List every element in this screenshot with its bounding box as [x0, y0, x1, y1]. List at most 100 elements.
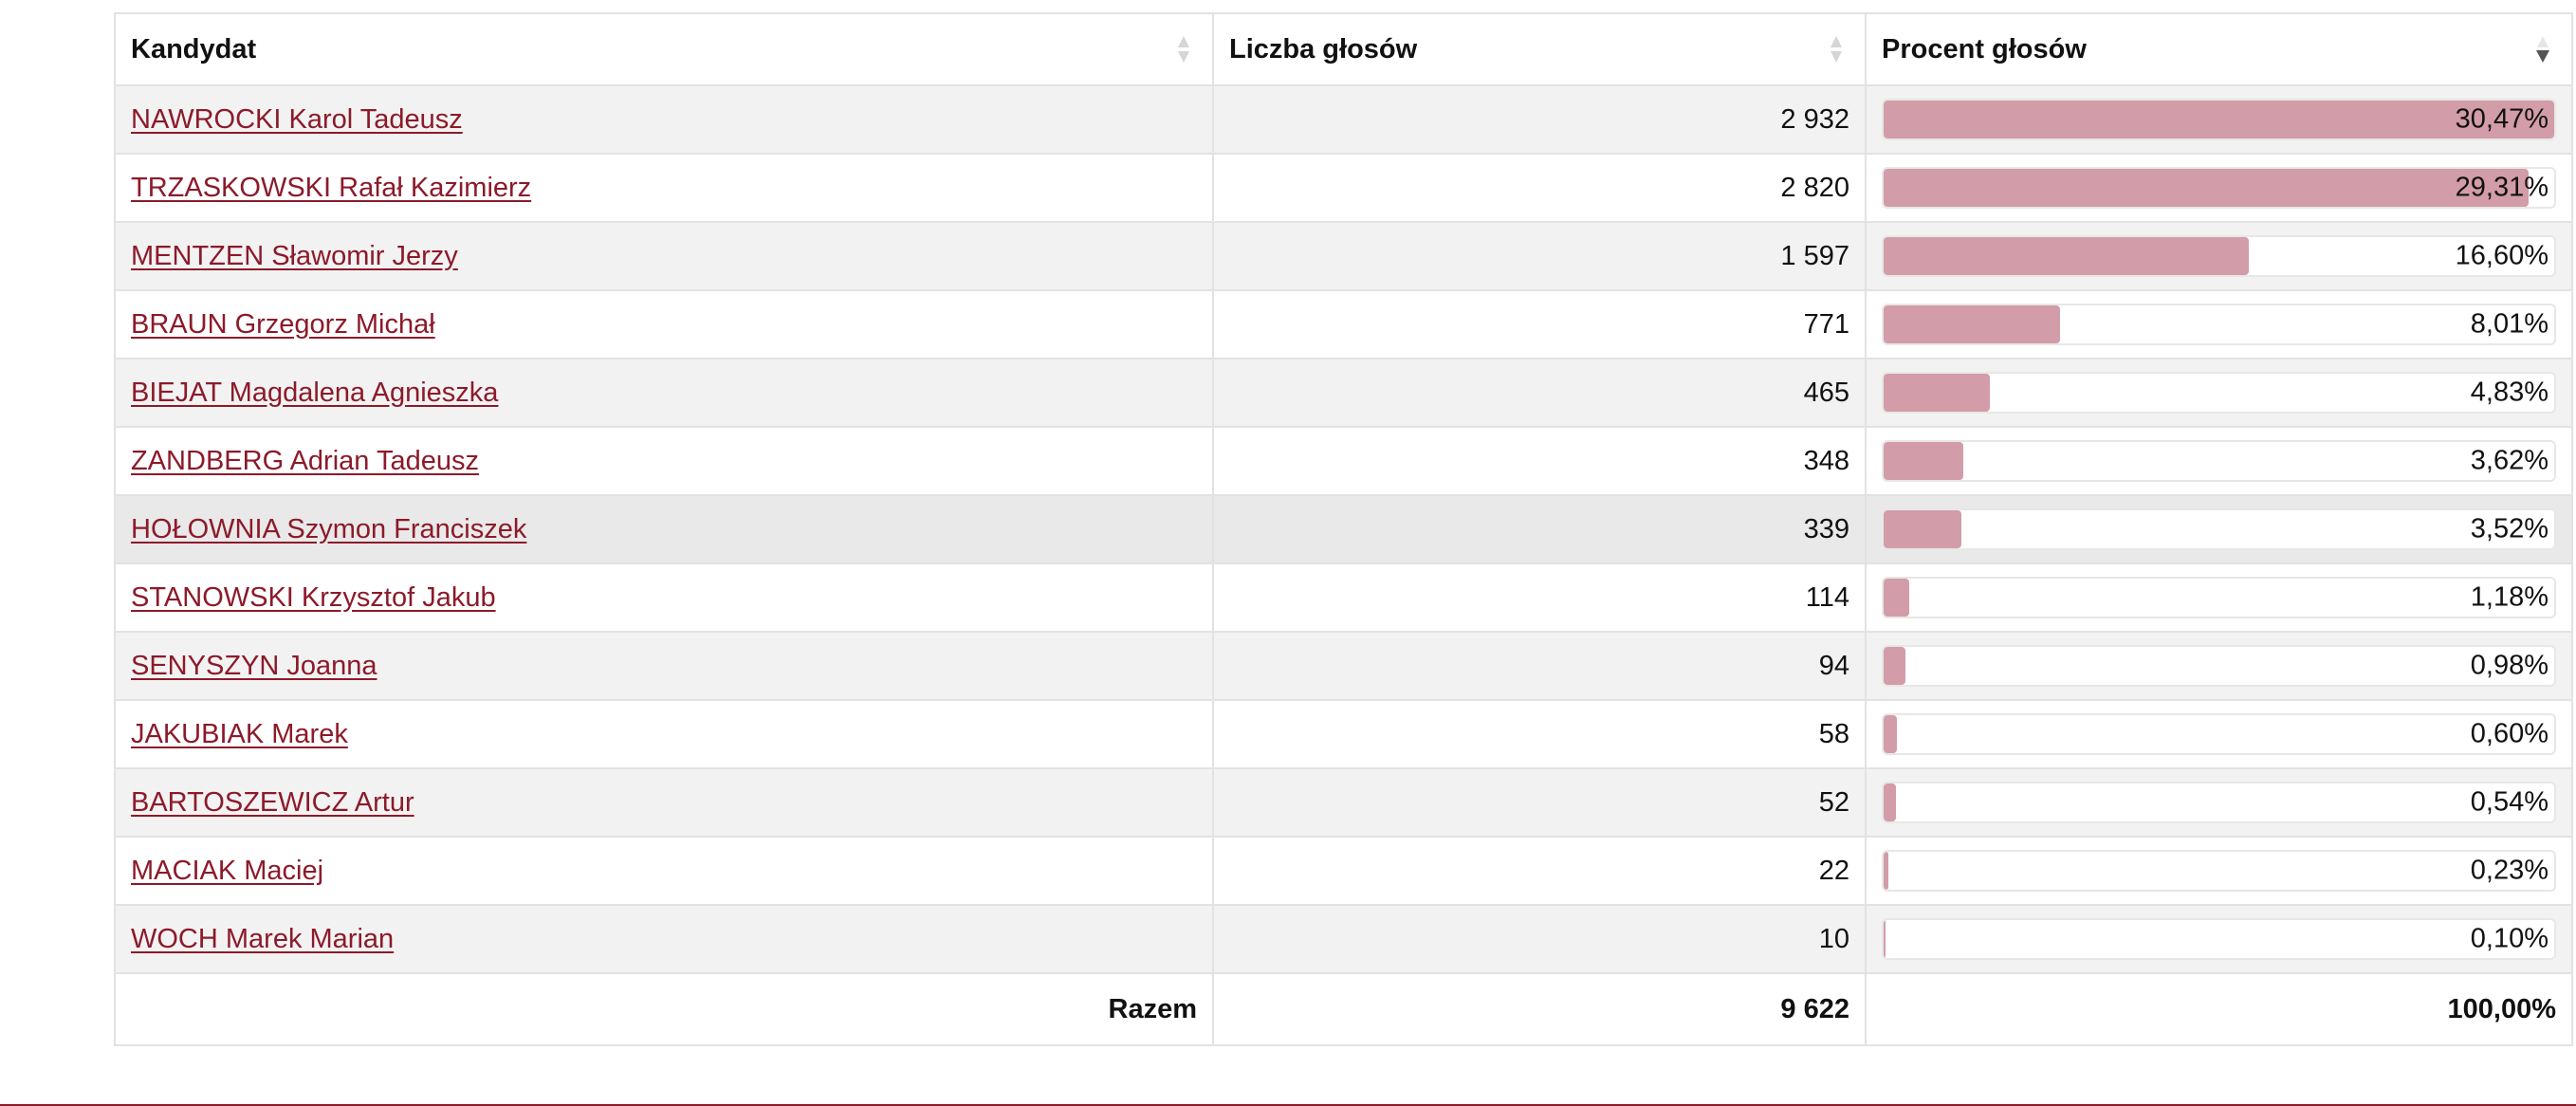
- votes-cell: 2 820: [1212, 153, 1867, 223]
- votes-cell: 114: [1212, 562, 1867, 633]
- table-row: NAWROCKI Karol Tadeusz 2 932 30,47%: [114, 84, 2573, 155]
- votes-cell: 348: [1212, 426, 1867, 496]
- candidate-link[interactable]: STANOWSKI Krzysztof Jakub: [131, 582, 496, 613]
- total-percent: 100,00%: [1865, 972, 2573, 1046]
- table-row: STANOWSKI Krzysztof Jakub 114 1,18%: [114, 562, 2573, 633]
- table-row: BRAUN Grzegorz Michał 771 8,01%: [114, 289, 2573, 359]
- percent-bar: 0,60%: [1882, 713, 2556, 755]
- percent-bar: 29,31%: [1882, 167, 2556, 209]
- percent-cell: 3,62%: [1865, 426, 2573, 496]
- table-row: MENTZEN Sławomir Jerzy 1 597 16,60%: [114, 221, 2573, 291]
- percent-cell: 8,01%: [1865, 289, 2573, 359]
- percent-bar: 1,18%: [1882, 577, 2556, 618]
- votes-cell: 771: [1212, 289, 1867, 359]
- percent-cell: 0,10%: [1865, 904, 2573, 974]
- percent-bar: 3,62%: [1882, 440, 2556, 482]
- candidate-link[interactable]: HOŁOWNIA Szymon Franciszek: [131, 514, 526, 544]
- candidate-link[interactable]: BRAUN Grzegorz Michał: [131, 309, 435, 340]
- percent-value: 3,62%: [2470, 445, 2548, 476]
- percent-bar: 0,23%: [1882, 850, 2556, 892]
- table-row: HOŁOWNIA Szymon Franciszek 339 3,52%: [114, 494, 2573, 564]
- column-header-percent[interactable]: Procent głosów: [1865, 12, 2573, 86]
- sort-descending-icon[interactable]: [2535, 35, 2550, 64]
- candidate-cell: MACIAK Maciej: [114, 836, 1214, 906]
- candidate-cell: BIEJAT Magdalena Agnieszka: [114, 358, 1214, 428]
- percent-bar-fill: [1884, 237, 2250, 275]
- results-table: Kandydat Liczba głosów Procent głosów NA…: [114, 12, 2573, 1046]
- percent-value: 0,60%: [2470, 718, 2548, 749]
- percent-value: 16,60%: [2455, 240, 2548, 271]
- votes-cell: 58: [1212, 699, 1867, 769]
- table-row: BARTOSZEWICZ Artur 52 0,54%: [114, 767, 2573, 838]
- total-row: Razem 9 622 100,00%: [114, 972, 2573, 1046]
- unsorted-icon[interactable]: [1829, 35, 1844, 64]
- percent-bar-fill: [1884, 101, 2554, 138]
- percent-value: 29,31%: [2455, 172, 2548, 203]
- percent-bar: 0,54%: [1882, 782, 2556, 823]
- percent-bar-fill: [1884, 579, 1910, 617]
- results-body: NAWROCKI Karol Tadeusz 2 932 30,47% TRZASKO…: [114, 84, 2573, 974]
- percent-value: 30,47%: [2455, 103, 2548, 135]
- votes-cell: 52: [1212, 767, 1867, 838]
- votes-cell: 1 597: [1212, 221, 1867, 291]
- percent-bar-fill: [1884, 305, 2060, 343]
- candidate-link[interactable]: BARTOSZEWICZ Artur: [131, 787, 414, 818]
- candidate-link[interactable]: JAKUBIAK Marek: [131, 719, 348, 749]
- percent-bar-fill: [1884, 169, 2530, 207]
- candidate-link[interactable]: TRZASKOWSKI Rafał Kazimierz: [131, 173, 531, 203]
- percent-bar: 30,47%: [1882, 99, 2556, 140]
- percent-bar-fill: [1884, 647, 1905, 685]
- percent-cell: 0,98%: [1865, 631, 2573, 701]
- percent-cell: 16,60%: [1865, 221, 2573, 291]
- candidate-cell: TRZASKOWSKI Rafał Kazimierz: [114, 153, 1214, 223]
- percent-value: 0,98%: [2470, 650, 2548, 681]
- candidate-cell: STANOWSKI Krzysztof Jakub: [114, 562, 1214, 633]
- candidate-cell: BRAUN Grzegorz Michał: [114, 289, 1214, 359]
- header-row: Kandydat Liczba głosów Procent głosów: [114, 12, 2573, 86]
- percent-cell: 1,18%: [1865, 562, 2573, 633]
- candidate-link[interactable]: MACIAK Maciej: [131, 856, 323, 886]
- percent-value: 4,83%: [2470, 377, 2548, 408]
- column-header-votes-label: Liczba głosów: [1229, 33, 1418, 65]
- unsorted-icon[interactable]: [1176, 35, 1191, 64]
- percent-cell: 0,54%: [1865, 767, 2573, 838]
- candidate-cell: MENTZEN Sławomir Jerzy: [114, 221, 1214, 291]
- candidate-link[interactable]: WOCH Marek Marian: [131, 924, 394, 954]
- candidate-link[interactable]: ZANDBERG Adrian Tadeusz: [131, 446, 479, 476]
- votes-cell: 339: [1212, 494, 1867, 564]
- candidate-cell: SENYSZYN Joanna: [114, 631, 1214, 701]
- percent-value: 0,10%: [2470, 923, 2548, 954]
- column-header-candidate[interactable]: Kandydat: [114, 12, 1214, 86]
- percent-bar: 4,83%: [1882, 372, 2556, 414]
- percent-bar-fill: [1884, 783, 1896, 821]
- percent-value: 3,52%: [2470, 513, 2548, 544]
- votes-cell: 2 932: [1212, 84, 1867, 155]
- candidate-link[interactable]: SENYSZYN Joanna: [131, 651, 377, 681]
- candidate-cell: WOCH Marek Marian: [114, 904, 1214, 974]
- candidate-cell: ZANDBERG Adrian Tadeusz: [114, 426, 1214, 496]
- votes-cell: 10: [1212, 904, 1867, 974]
- candidate-link[interactable]: MENTZEN Sławomir Jerzy: [131, 241, 458, 271]
- percent-bar-fill: [1884, 374, 1991, 412]
- column-header-percent-label: Procent głosów: [1882, 33, 2087, 65]
- percent-value: 0,23%: [2470, 855, 2548, 886]
- table-row: JAKUBIAK Marek 58 0,60%: [114, 699, 2573, 769]
- percent-bar-fill: [1884, 510, 1961, 548]
- percent-bar-fill: [1884, 442, 1963, 480]
- table-row: MACIAK Maciej 22 0,23%: [114, 836, 2573, 906]
- candidate-cell: JAKUBIAK Marek: [114, 699, 1214, 769]
- table-row: BIEJAT Magdalena Agnieszka 465 4,83%: [114, 358, 2573, 428]
- table-row: ZANDBERG Adrian Tadeusz 348 3,62%: [114, 426, 2573, 496]
- votes-cell: 94: [1212, 631, 1867, 701]
- percent-bar: 0,10%: [1882, 918, 2556, 960]
- percent-bar: 16,60%: [1882, 235, 2556, 277]
- total-label: Razem: [114, 972, 1214, 1046]
- percent-cell: 3,52%: [1865, 494, 2573, 564]
- candidate-link[interactable]: NAWROCKI Karol Tadeusz: [131, 104, 463, 135]
- table-row: WOCH Marek Marian 10 0,10%: [114, 904, 2573, 974]
- candidate-link[interactable]: BIEJAT Magdalena Agnieszka: [131, 378, 498, 408]
- column-header-votes[interactable]: Liczba głosów: [1212, 12, 1867, 86]
- percent-cell: 0,60%: [1865, 699, 2573, 769]
- percent-cell: 0,23%: [1865, 836, 2573, 906]
- percent-bar-fill: [1884, 715, 1897, 753]
